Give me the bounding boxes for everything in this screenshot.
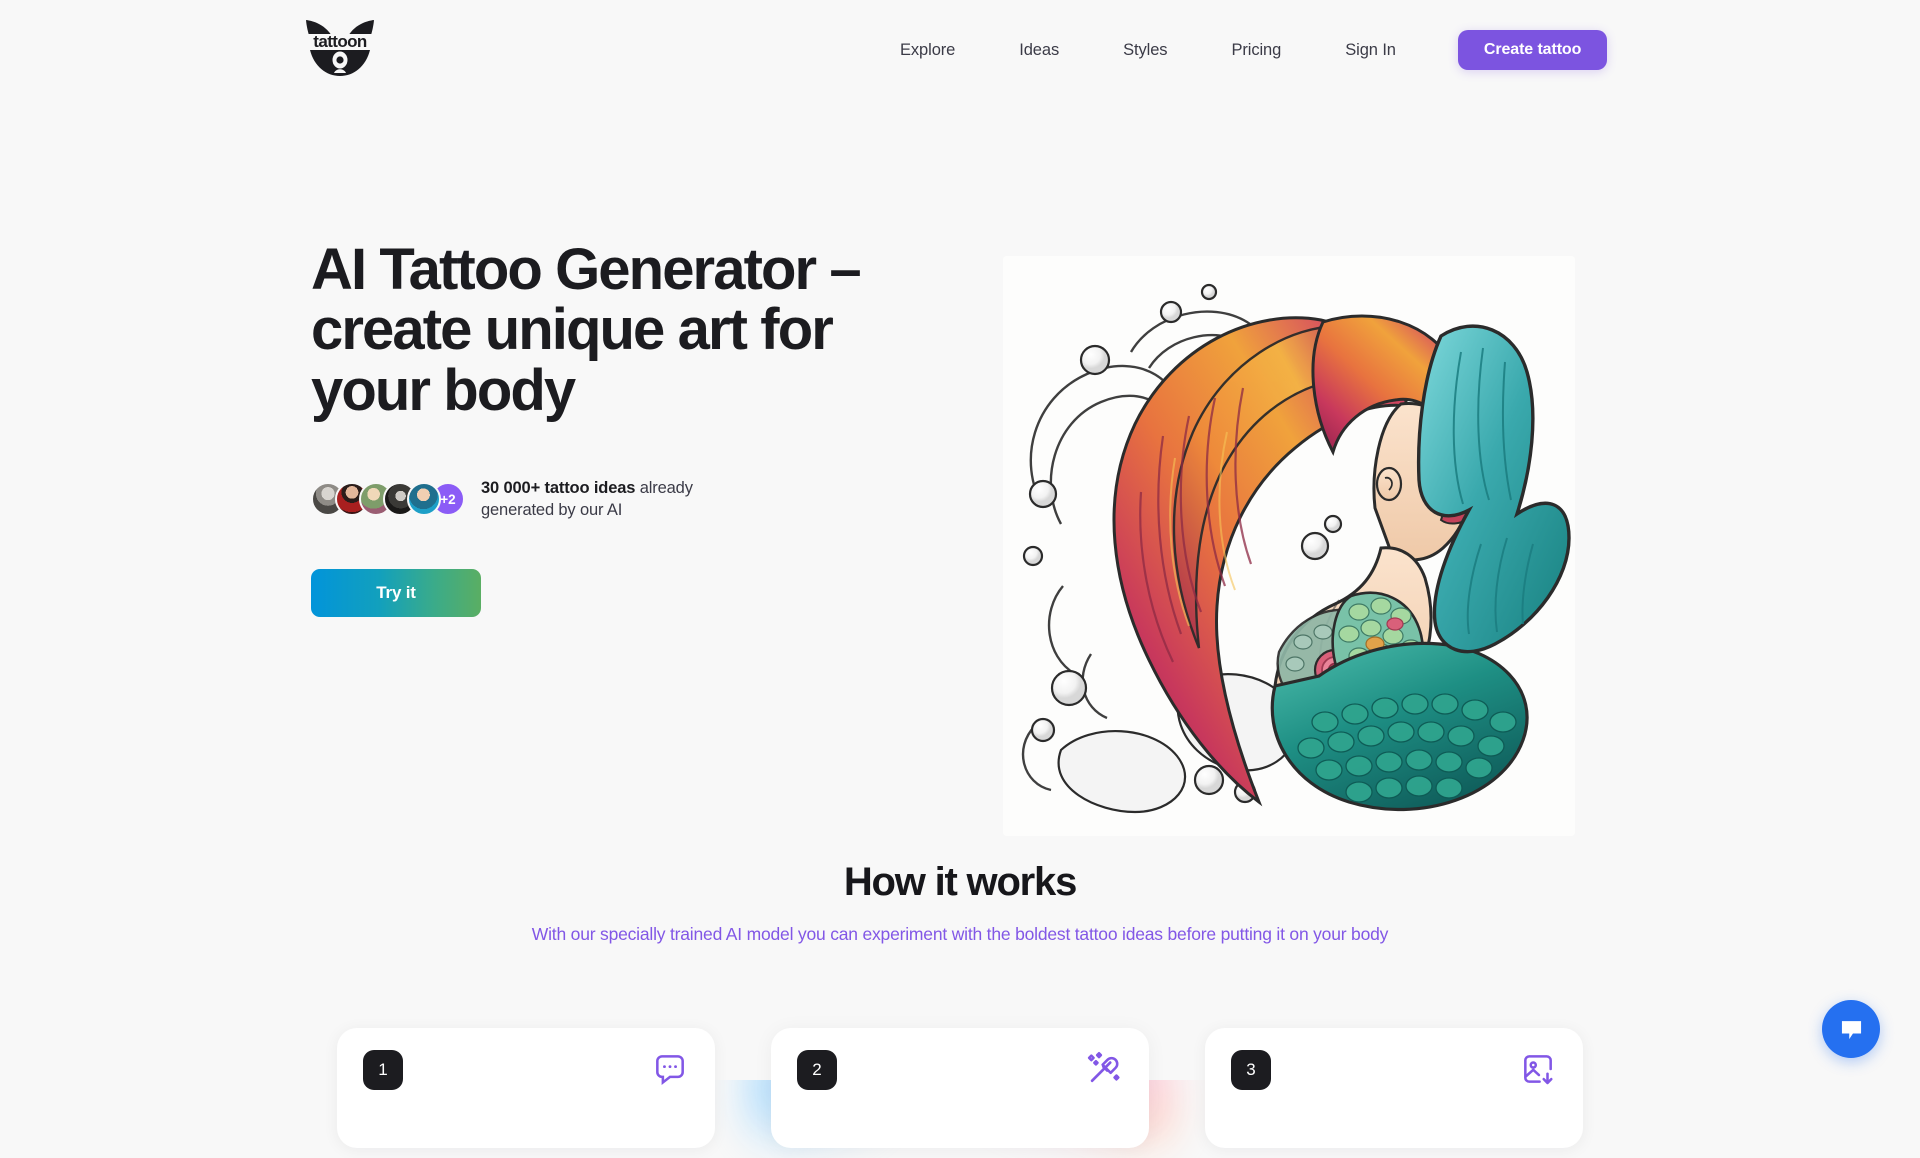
- step-number-badge: 2: [797, 1050, 837, 1090]
- mermaid-tattoo-illustration: [1003, 256, 1575, 836]
- step-card-2-wrapper: 2: [771, 1028, 1149, 1148]
- section-subtitle: With our specially trained AI model you …: [0, 924, 1920, 945]
- sign-in-link[interactable]: Sign In: [1345, 41, 1396, 60]
- how-it-works-section: How it works With our specially trained …: [0, 860, 1920, 945]
- site-header: tattoon Explore Ideas Styles Pricing Sig…: [0, 0, 1920, 100]
- nav-item-ideas[interactable]: Ideas: [1019, 31, 1059, 70]
- social-proof-text: 30 000+ tattoo ideas already generated b…: [481, 477, 751, 522]
- svg-text:tattoon: tattoon: [313, 32, 367, 51]
- avatar-group: +2: [311, 482, 465, 516]
- chat-bubble-icon: [1838, 1016, 1865, 1043]
- step-card-3[interactable]: 3: [1205, 1028, 1583, 1148]
- image-download-icon: [1519, 1050, 1557, 1088]
- main-nav: Explore Ideas Styles Pricing Sign In Cre…: [900, 0, 1607, 100]
- page-title: AI Tattoo Generator – create unique art …: [311, 240, 951, 421]
- section-title: How it works: [0, 860, 1920, 905]
- hero-content: AI Tattoo Generator – create unique art …: [311, 240, 951, 617]
- nav-item-styles[interactable]: Styles: [1123, 31, 1167, 70]
- step-card-1-wrapper: 1: [337, 1028, 715, 1148]
- step-card-1[interactable]: 1: [337, 1028, 715, 1148]
- brand-logo[interactable]: tattoon: [304, 16, 376, 78]
- chat-widget-button[interactable]: [1822, 1000, 1880, 1058]
- raccoon-face-logo: tattoon: [304, 16, 376, 78]
- steps-cards: 1 2: [0, 1028, 1920, 1148]
- step-card-3-wrapper: 3: [1205, 1028, 1583, 1148]
- nav-item-pricing[interactable]: Pricing: [1231, 31, 1281, 70]
- try-it-button[interactable]: Try it: [311, 569, 481, 617]
- social-proof-highlight: 30 000+ tattoo ideas: [481, 479, 635, 497]
- avatar: [407, 482, 441, 516]
- step-number-badge: 1: [363, 1050, 403, 1090]
- hero-image-container: [1003, 256, 1575, 836]
- magic-wand-sparkles-icon: [1085, 1050, 1123, 1088]
- nav-item-explore[interactable]: Explore: [900, 31, 955, 70]
- step-card-2[interactable]: 2: [771, 1028, 1149, 1148]
- step-number-badge: 3: [1231, 1050, 1271, 1090]
- social-proof: +2 30 000+ tattoo ideas already generate…: [311, 477, 951, 522]
- create-tattoo-button[interactable]: Create tattoo: [1458, 30, 1607, 70]
- chat-bubble-dots-icon: [651, 1050, 689, 1088]
- hero-section: AI Tattoo Generator – create unique art …: [0, 100, 1920, 800]
